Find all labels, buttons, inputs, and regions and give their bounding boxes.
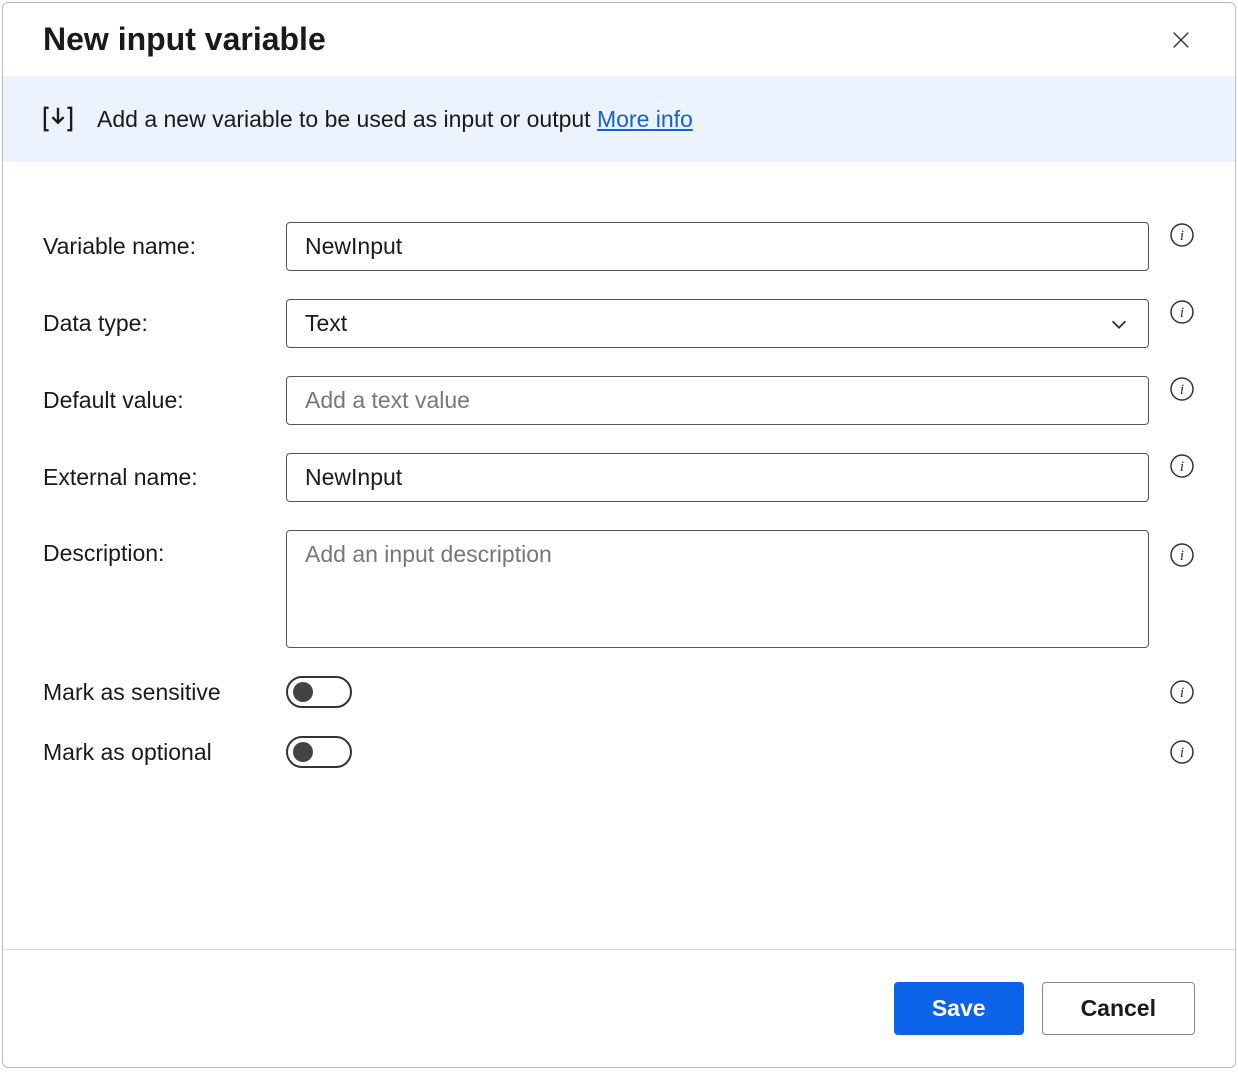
chevron-down-icon xyxy=(1108,313,1130,335)
toggle-knob xyxy=(293,742,313,762)
svg-text:i: i xyxy=(1180,745,1184,761)
label-data-type: Data type: xyxy=(43,310,286,337)
row-data-type: Data type: Text i xyxy=(43,299,1195,348)
info-icon[interactable]: i xyxy=(1169,376,1195,402)
more-info-link[interactable]: More info xyxy=(597,106,693,132)
svg-text:i: i xyxy=(1180,685,1184,701)
banner-message: Add a new variable to be used as input o… xyxy=(97,106,597,132)
save-button[interactable]: Save xyxy=(894,982,1024,1035)
row-default-value: Default value: i xyxy=(43,376,1195,425)
label-variable-name: Variable name: xyxy=(43,233,286,260)
info-icon[interactable]: i xyxy=(1169,299,1195,325)
dialog-header: New input variable xyxy=(3,3,1235,76)
input-arrow-icon xyxy=(43,104,73,134)
info-icon[interactable]: i xyxy=(1169,222,1195,248)
mark-optional-toggle[interactable] xyxy=(286,736,352,768)
close-button[interactable] xyxy=(1167,26,1195,54)
external-name-input[interactable] xyxy=(286,453,1149,502)
row-mark-sensitive: Mark as sensitive i xyxy=(43,676,1195,708)
info-icon[interactable]: i xyxy=(1169,679,1195,705)
svg-text:i: i xyxy=(1180,548,1184,564)
row-external-name: External name: i xyxy=(43,453,1195,502)
label-description: Description: xyxy=(43,530,286,567)
row-description: Description: i xyxy=(43,530,1195,648)
label-mark-sensitive: Mark as sensitive xyxy=(43,679,286,706)
svg-text:i: i xyxy=(1180,382,1184,398)
svg-text:i: i xyxy=(1180,228,1184,244)
label-external-name: External name: xyxy=(43,464,286,491)
default-value-input[interactable] xyxy=(286,376,1149,425)
svg-text:i: i xyxy=(1180,459,1184,475)
toggle-knob xyxy=(293,682,313,702)
mark-sensitive-toggle[interactable] xyxy=(286,676,352,708)
dialog-title: New input variable xyxy=(43,21,326,58)
description-input[interactable] xyxy=(286,530,1149,648)
info-icon[interactable]: i xyxy=(1169,542,1195,568)
row-variable-name: Variable name: i xyxy=(43,222,1195,271)
variable-name-input[interactable] xyxy=(286,222,1149,271)
svg-text:i: i xyxy=(1180,305,1184,321)
banner-text: Add a new variable to be used as input o… xyxy=(97,106,693,133)
row-mark-optional: Mark as optional i xyxy=(43,736,1195,768)
data-type-value: Text xyxy=(305,310,347,337)
label-mark-optional: Mark as optional xyxy=(43,739,286,766)
close-icon xyxy=(1170,29,1192,51)
form-body: Variable name: i Data type: Text i Defau… xyxy=(3,162,1235,949)
data-type-select[interactable]: Text xyxy=(286,299,1149,348)
dialog-footer: Save Cancel xyxy=(3,949,1235,1067)
cancel-button[interactable]: Cancel xyxy=(1042,982,1195,1035)
label-default-value: Default value: xyxy=(43,387,286,414)
info-banner: Add a new variable to be used as input o… xyxy=(3,76,1235,162)
info-icon[interactable]: i xyxy=(1169,739,1195,765)
info-icon[interactable]: i xyxy=(1169,453,1195,479)
new-input-variable-dialog: New input variable Add a new variable to… xyxy=(2,2,1236,1068)
